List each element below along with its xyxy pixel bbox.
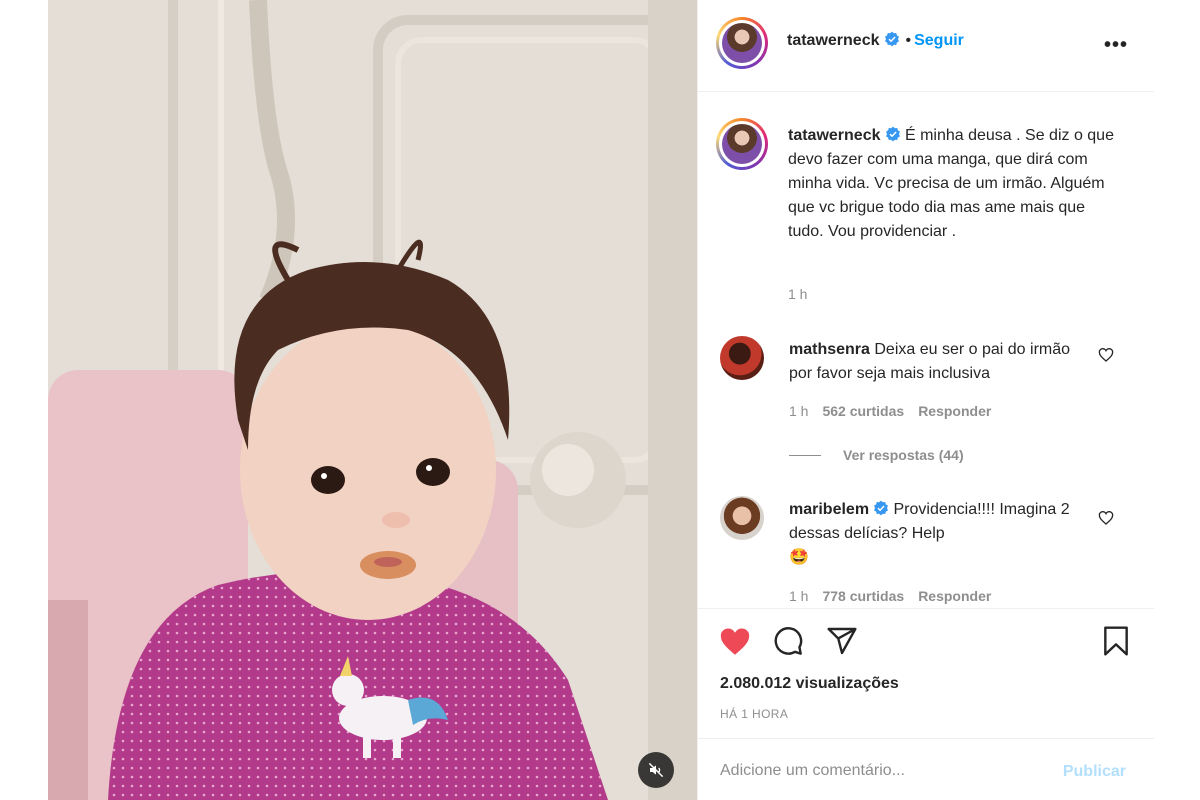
view-count[interactable]: 2.080.012 visualizações <box>720 675 899 693</box>
comment-avatar-mathsenra[interactable] <box>720 336 764 380</box>
caption-username[interactable]: tatawerneck <box>788 127 881 144</box>
comments-list[interactable]: tatawerneck É minha deusa . Se diz o que… <box>698 93 1154 607</box>
post-timestamp: HÁ 1 HORA <box>720 707 789 721</box>
publish-button[interactable]: Publicar <box>1063 763 1126 781</box>
comment-username[interactable]: maribelem <box>789 501 869 518</box>
comment-time: 1 h <box>789 588 809 604</box>
follow-button[interactable]: Seguir <box>914 32 964 49</box>
mute-toggle-button[interactable] <box>638 752 674 788</box>
comment-meta: 1 h 562 curtidas Responder <box>789 403 991 419</box>
comment-time: 1 h <box>789 403 809 419</box>
bookmark-icon[interactable] <box>1100 625 1132 657</box>
heart-filled-icon[interactable] <box>718 625 752 659</box>
post-details-panel: tatawerneck • Seguir ••• tatawerneck É min… <box>697 0 1154 800</box>
separator-dot: • <box>905 32 912 49</box>
comment-likes[interactable]: 778 curtidas <box>822 588 904 604</box>
replies-line <box>789 454 821 456</box>
instagram-post: tatawerneck • Seguir ••• tatawerneck É min… <box>48 0 1154 800</box>
comment-username[interactable]: mathsenra <box>789 341 870 358</box>
comment-icon[interactable] <box>772 625 804 657</box>
star-eyes-emoji: 🤩 <box>789 549 809 566</box>
comment-likes[interactable]: 562 curtidas <box>822 403 904 419</box>
comment-meta: 1 h 778 curtidas Responder <box>789 588 991 604</box>
comment-maribelem: maribelem Providencia!!!! Imagina 2 dess… <box>789 498 1089 570</box>
comment-avatar-maribelem[interactable] <box>720 496 764 540</box>
post-actions: 2.080.012 visualizações HÁ 1 HORA <box>698 608 1154 738</box>
verified-icon <box>874 500 889 516</box>
video-frame-image <box>48 0 697 800</box>
mute-icon <box>648 762 664 778</box>
comment-mathsenra: mathsenra Deixa eu ser o pai do irmão po… <box>789 338 1089 386</box>
verified-icon <box>885 126 900 142</box>
author-avatar[interactable] <box>716 17 768 69</box>
caption-time: 1 h <box>788 286 808 302</box>
comment-composer: Publicar <box>698 738 1154 800</box>
header-author-row: tatawerneck • Seguir <box>787 31 964 50</box>
caption-avatar[interactable] <box>716 118 768 170</box>
heart-outline-icon[interactable] <box>1098 347 1114 363</box>
comment-input[interactable] <box>720 759 1030 783</box>
view-replies-label: Ver respostas (44) <box>843 447 964 463</box>
post-header: tatawerneck • Seguir ••• <box>698 0 1154 92</box>
post-video[interactable] <box>48 0 697 800</box>
share-icon[interactable] <box>826 625 858 657</box>
reply-button[interactable]: Responder <box>918 403 991 419</box>
view-replies-button[interactable]: Ver respostas (44) <box>789 447 964 463</box>
heart-outline-icon[interactable] <box>1098 510 1114 526</box>
reply-button[interactable]: Responder <box>918 588 991 604</box>
verified-icon <box>884 31 899 47</box>
author-username[interactable]: tatawerneck <box>787 32 880 49</box>
more-options-icon[interactable]: ••• <box>1104 34 1128 57</box>
caption: tatawerneck É minha deusa . Se diz o que… <box>788 124 1118 244</box>
